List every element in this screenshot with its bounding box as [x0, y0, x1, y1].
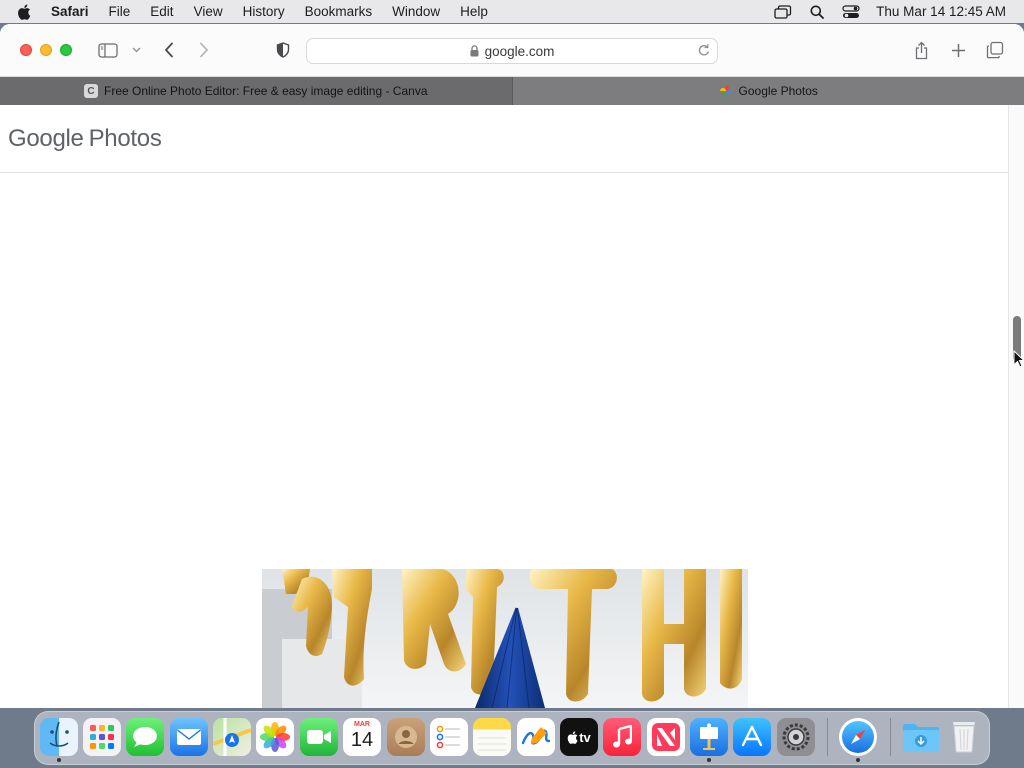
web-page-content: Google Photos: [0, 105, 1008, 708]
privacy-shield-icon[interactable]: [272, 38, 294, 62]
forward-button[interactable]: [193, 38, 215, 62]
calendar-dock-icon[interactable]: MAR 14: [343, 718, 381, 756]
messages-dock-icon[interactable]: [126, 718, 164, 756]
apple-tv-dock-icon[interactable]: tv: [560, 718, 598, 756]
maps-dock-icon[interactable]: [213, 718, 251, 756]
notes-dock-icon[interactable]: [473, 718, 511, 756]
tab-canva-label: Free Online Photo Editor: Free & easy im…: [104, 84, 428, 98]
lock-icon: [470, 45, 479, 57]
keynote-dock-icon[interactable]: [690, 718, 728, 756]
menu-view[interactable]: View: [184, 4, 233, 19]
close-window-button[interactable]: [20, 44, 32, 56]
calendar-month-label: MAR: [354, 721, 370, 728]
page-scrollbar-track[interactable]: [1008, 105, 1024, 708]
google-photos-logo[interactable]: Google Photos: [8, 125, 162, 153]
menu-bookmarks[interactable]: Bookmarks: [295, 4, 383, 19]
google-photos-header: Google Photos: [0, 105, 1008, 173]
safari-running-indicator: [856, 758, 860, 762]
back-button[interactable]: [158, 38, 180, 62]
mouse-pointer-icon: [1013, 349, 1024, 373]
menu-history[interactable]: History: [233, 4, 295, 19]
menu-edit[interactable]: Edit: [140, 4, 183, 19]
maximize-window-button[interactable]: [60, 44, 72, 56]
shared-photo-image[interactable]: [262, 569, 748, 708]
tab-canva[interactable]: C Free Online Photo Editor: Free & easy …: [0, 77, 513, 105]
freeform-dock-icon[interactable]: [517, 718, 555, 756]
new-tab-icon[interactable]: [947, 38, 969, 62]
keynote-running-indicator: [707, 758, 711, 762]
system-settings-dock-icon[interactable]: [777, 718, 815, 756]
finder-dock-icon[interactable]: [40, 718, 78, 756]
apple-menu-icon[interactable]: [17, 3, 39, 20]
address-bar-url: google.com: [484, 43, 555, 59]
screen-mirroring-icon[interactable]: [766, 0, 800, 23]
reload-icon[interactable]: [697, 43, 711, 58]
logo-google-text: Google: [8, 124, 84, 152]
mail-dock-icon[interactable]: [170, 718, 208, 756]
safari-toolbar: google.com: [0, 24, 1024, 77]
downloads-folder-dock-icon[interactable]: [902, 718, 940, 756]
minimize-window-button[interactable]: [40, 44, 52, 56]
tab-google-photos-label: Google Photos: [738, 84, 818, 98]
dock-separator-2: [890, 718, 891, 756]
google-photos-favicon-icon: [719, 84, 733, 98]
canva-favicon-icon: C: [84, 84, 98, 98]
tab-group-chevron-down-icon[interactable]: [129, 38, 143, 62]
dock-separator: [827, 718, 828, 756]
menu-file[interactable]: File: [99, 4, 141, 19]
calendar-day-label: 14: [350, 729, 374, 751]
reminders-dock-icon[interactable]: [430, 718, 468, 756]
photos-dock-icon[interactable]: [256, 718, 294, 756]
trash-dock-icon[interactable]: [945, 718, 983, 756]
menu-bar-clock[interactable]: Thu Mar 14 12:45 AM: [868, 4, 1024, 19]
tab-google-photos[interactable]: Google Photos: [512, 77, 1024, 105]
safari-dock-icon[interactable]: [839, 718, 877, 756]
finder-running-indicator: [57, 758, 61, 762]
spotlight-search-icon[interactable]: [800, 0, 834, 23]
contacts-dock-icon[interactable]: [387, 718, 425, 756]
menu-bar: Safari File Edit View History Bookmarks …: [0, 0, 1024, 23]
menu-help[interactable]: Help: [450, 4, 498, 19]
share-icon[interactable]: [910, 38, 932, 62]
music-dock-icon[interactable]: [603, 718, 641, 756]
menu-app-name[interactable]: Safari: [39, 4, 99, 19]
control-center-icon[interactable]: [834, 0, 868, 23]
sidebar-toggle-icon[interactable]: [96, 38, 120, 62]
apple-tv-label: tv: [579, 729, 591, 745]
menu-window[interactable]: Window: [382, 4, 450, 19]
tab-bar: C Free Online Photo Editor: Free & easy …: [0, 77, 1024, 105]
logo-photos-text: Photos: [88, 124, 162, 152]
address-bar[interactable]: google.com: [306, 38, 718, 64]
tab-overview-icon[interactable]: [984, 38, 1006, 62]
news-dock-icon[interactable]: [647, 718, 685, 756]
launchpad-dock-icon[interactable]: [83, 718, 121, 756]
safari-window: google.com C Free Online Photo Editor: F…: [0, 24, 1024, 708]
facetime-dock-icon[interactable]: [300, 718, 338, 756]
app-store-dock-icon[interactable]: [733, 718, 771, 756]
